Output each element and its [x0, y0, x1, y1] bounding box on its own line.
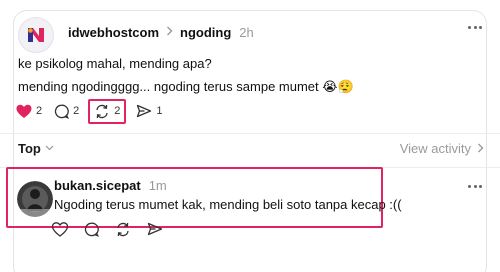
idwebhost-logo [28, 28, 44, 42]
comment-icon [54, 104, 70, 119]
reply-more-icon[interactable] [468, 183, 482, 189]
repost-icon [117, 222, 129, 236]
share-button[interactable]: 1 [136, 104, 163, 118]
reply-text: Ngoding terus mumet kak, mending beli so… [54, 197, 402, 212]
post-more-icon[interactable] [468, 24, 482, 30]
brand-avatar[interactable] [18, 17, 54, 53]
reply-comment-button[interactable] [84, 222, 99, 237]
post-time: 2h [239, 24, 254, 40]
share-count: 1 [156, 105, 163, 117]
post-text-line1: ke psikolog mahal, mending apa? [18, 56, 212, 71]
comment-icon [84, 222, 99, 237]
reply-username[interactable]: bukan.sicepat [54, 178, 141, 193]
post-username[interactable]: idwebhostcom [68, 25, 159, 40]
heart-icon [52, 221, 68, 237]
repost-count: 2 [114, 105, 121, 117]
share-icon [147, 222, 163, 236]
reply-share-button[interactable] [147, 222, 163, 236]
reply-repost-button[interactable] [115, 222, 131, 237]
reply-avatar[interactable] [17, 181, 53, 217]
repost-icon [96, 104, 108, 118]
reply-actions [52, 218, 179, 240]
view-activity-link[interactable]: View activity [400, 141, 484, 156]
comment-button[interactable]: 2 [54, 104, 79, 119]
view-activity-label: View activity [399, 141, 471, 156]
chevron-down-icon [45, 143, 54, 154]
like-button[interactable]: 2 [16, 104, 42, 119]
sort-label: Top [18, 141, 41, 156]
reply-like-button[interactable] [52, 221, 68, 237]
comment-count: 2 [73, 105, 80, 117]
reply-header: bukan.sicepat 1m [54, 178, 167, 193]
repost-button[interactable]: 2 [88, 98, 127, 124]
post-header: idwebhostcom ngoding 2h [68, 22, 254, 42]
chevron-right-icon [166, 26, 173, 39]
avatar [17, 181, 53, 217]
heart-icon [16, 104, 32, 118]
chevron-right-icon [477, 142, 484, 156]
share-icon [137, 104, 152, 118]
post-topic[interactable]: ngoding [180, 25, 231, 40]
post-text-line2: mending ngodingggg... ngoding terus samp… [18, 79, 354, 94]
reply-time: 1m [148, 178, 167, 193]
sort-dropdown[interactable]: Top [18, 141, 54, 156]
post-actions: 2 2 2 1 [16, 98, 175, 124]
divider [0, 133, 500, 134]
like-count: 2 [36, 105, 43, 117]
